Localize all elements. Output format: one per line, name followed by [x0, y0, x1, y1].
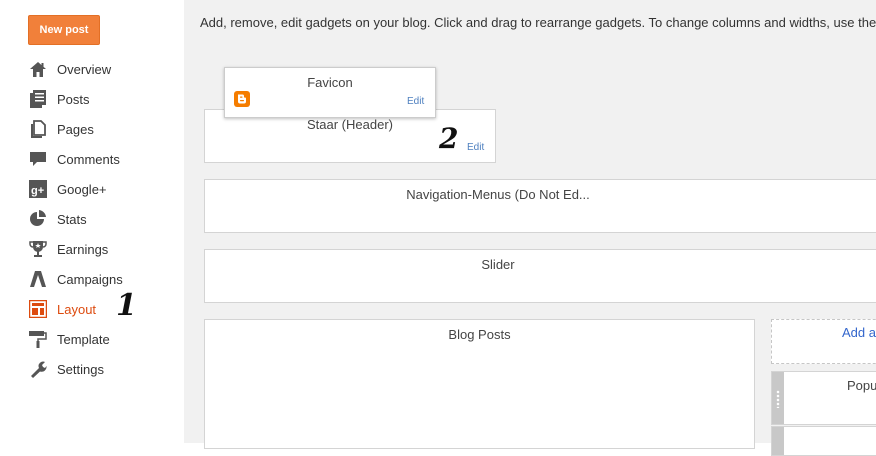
sidebar-item-label: Layout [57, 301, 97, 317]
next-gadget[interactable] [771, 426, 876, 456]
new-post-button[interactable]: New post [28, 15, 100, 45]
slider-gadget[interactable]: Slider [204, 249, 876, 303]
gadget-title: Favicon [307, 75, 353, 90]
sidebar-item-overview[interactable]: Overview [28, 54, 123, 84]
sidebar-item-pages[interactable]: Pages [28, 114, 123, 144]
sidebar-item-layout[interactable]: Layout [28, 294, 123, 324]
sidebar-item-google-plus[interactable]: g+ Google+ [28, 174, 123, 204]
comment-icon [28, 149, 48, 169]
add-gadget-link[interactable]: Add a [771, 319, 876, 364]
layout-icon [28, 299, 48, 319]
sidebar-item-label: Comments [57, 151, 120, 167]
header-edit-link[interactable]: Edit [467, 142, 484, 153]
favicon-edit-link[interactable]: Edit [407, 96, 424, 107]
annotation-number-two: 2 [439, 122, 459, 155]
trophy-icon [28, 239, 48, 259]
sidebar-nav: Overview Posts Pages Comments g+ Google+ [28, 54, 123, 384]
sidebar: New post Overview Posts Pages Comments g… [0, 0, 184, 443]
navigation-menus-gadget[interactable]: Navigation-Menus (Do Not Ed... [204, 179, 876, 233]
home-icon [28, 59, 48, 79]
pie-chart-icon [28, 209, 48, 229]
sidebar-item-label: Posts [57, 91, 90, 107]
sidebar-item-posts[interactable]: Posts [28, 84, 123, 114]
sidebar-item-label: Pages [57, 121, 94, 137]
sidebar-item-template[interactable]: Template [28, 324, 123, 354]
sidebar-item-comments[interactable]: Comments [28, 144, 123, 174]
sidebar-item-label: Google+ [57, 181, 107, 197]
popular-posts-gadget[interactable]: Popu [771, 371, 876, 425]
drag-handle[interactable] [772, 427, 784, 455]
sidebar-item-campaigns[interactable]: Campaigns [28, 264, 123, 294]
pages-icon [28, 119, 48, 139]
sidebar-item-label: Overview [57, 61, 112, 77]
sidebar-item-label: Settings [57, 361, 104, 377]
annotation-number-one: 1 [116, 288, 137, 323]
sidebar-item-settings[interactable]: Settings [28, 354, 123, 384]
posts-icon [28, 89, 48, 109]
layout-description: Add, remove, edit gadgets on your blog. … [200, 15, 876, 30]
paint-roller-icon [28, 329, 48, 349]
gadget-title: Navigation-Menus (Do Not Ed... [406, 187, 590, 202]
sidebar-item-stats[interactable]: Stats [28, 204, 123, 234]
sidebar-item-label: Campaigns [57, 271, 123, 287]
sidebar-item-label: Stats [57, 211, 87, 227]
blogger-icon [234, 91, 250, 107]
drag-handle[interactable] [772, 372, 784, 424]
gadget-title: Popu [847, 378, 876, 393]
gadget-title: Slider [481, 257, 515, 272]
sidebar-item-label: Template [57, 331, 110, 347]
svg-text:g+: g+ [31, 185, 44, 197]
sidebar-item-earnings[interactable]: Earnings [28, 234, 123, 264]
wrench-icon [28, 359, 48, 379]
favicon-gadget[interactable]: Favicon Edit [224, 67, 436, 118]
sidebar-item-label: Earnings [57, 241, 109, 257]
gadget-title: Blog Posts [448, 327, 511, 342]
layout-editor: Add, remove, edit gadgets on your blog. … [184, 0, 876, 456]
google-plus-icon: g+ [28, 179, 48, 199]
add-gadget-label: Add a [842, 325, 876, 340]
blog-posts-gadget[interactable]: Blog Posts [204, 319, 755, 449]
campaigns-icon [28, 269, 48, 289]
